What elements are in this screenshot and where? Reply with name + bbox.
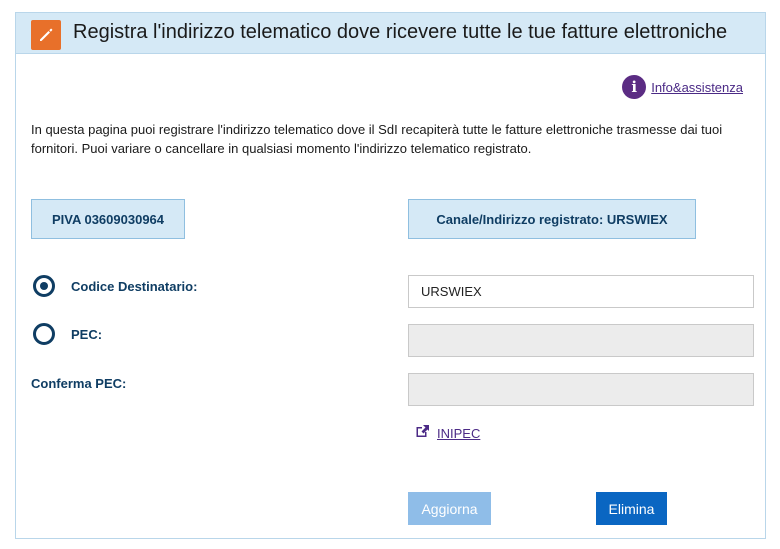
codice-destinatario-input[interactable] <box>408 275 754 308</box>
info-assistance[interactable]: i Info&assistenza <box>622 75 743 99</box>
panel-header: Registra l'indirizzo telematico dove ric… <box>16 13 765 54</box>
conferma-pec-input[interactable] <box>408 373 754 406</box>
pec-option[interactable]: PEC: <box>33 323 102 345</box>
page-title: Registra l'indirizzo telematico dove ric… <box>73 21 728 43</box>
piva-box: PIVA 03609030964 <box>31 199 185 239</box>
elimina-button[interactable]: Elimina <box>596 492 667 525</box>
registration-panel: Registra l'indirizzo telematico dove ric… <box>15 12 766 539</box>
codice-destinatario-option[interactable]: Codice Destinatario: <box>33 275 197 297</box>
aggiorna-button[interactable]: Aggiorna <box>408 492 491 525</box>
inipec-link[interactable]: INIPEC <box>437 426 480 441</box>
codice-destinatario-radio[interactable] <box>33 275 55 297</box>
conferma-pec-label: Conferma PEC: <box>31 376 127 391</box>
pencil-icon <box>31 20 61 50</box>
pec-input[interactable] <box>408 324 754 357</box>
info-assistance-link[interactable]: Info&assistenza <box>651 80 743 95</box>
codice-destinatario-label: Codice Destinatario: <box>71 278 198 294</box>
intro-text: In questa pagina puoi registrare l'indir… <box>31 122 723 156</box>
info-icon[interactable]: i <box>622 75 647 99</box>
registered-channel-box: Canale/Indirizzo registrato: URSWIEX <box>408 199 696 239</box>
pec-radio[interactable] <box>33 323 55 345</box>
inipec-link-group[interactable]: INIPEC <box>415 424 480 443</box>
external-link-icon <box>415 424 430 443</box>
pec-label: PEC: <box>71 326 103 342</box>
